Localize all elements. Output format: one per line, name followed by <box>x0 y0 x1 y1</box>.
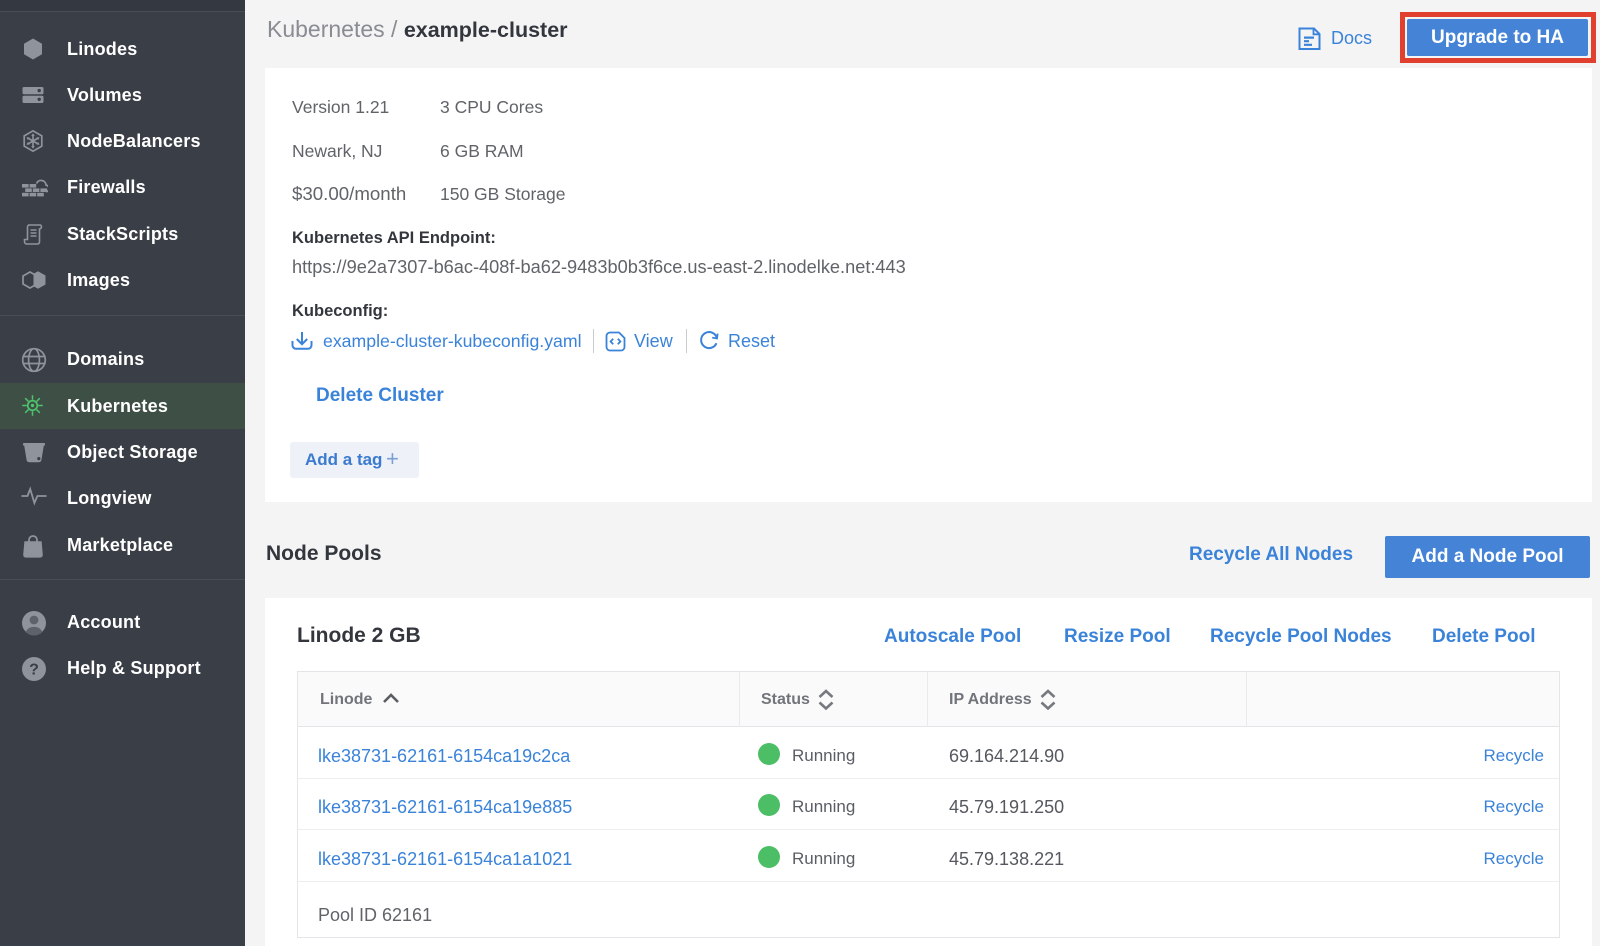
svg-text:?: ? <box>29 661 39 678</box>
